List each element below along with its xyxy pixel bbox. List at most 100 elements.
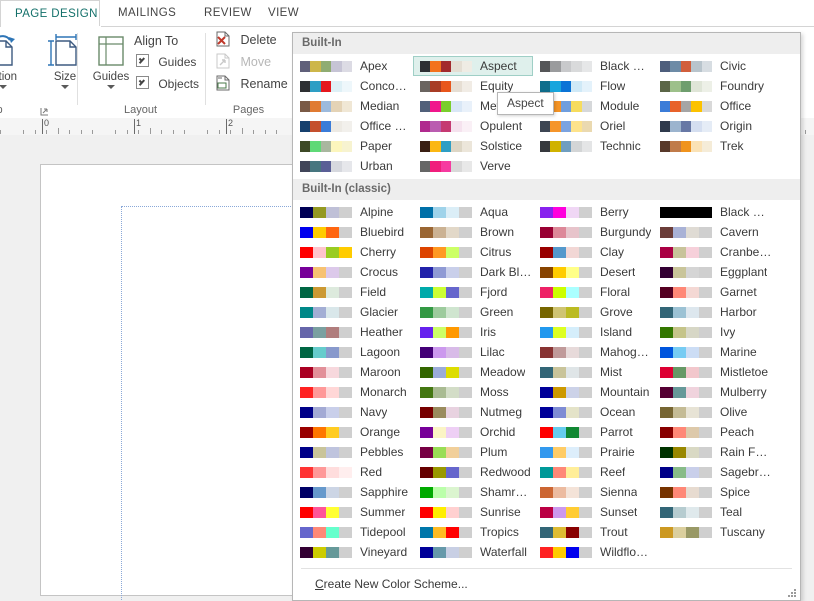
- color-scheme-item-monarch[interactable]: Monarch: [293, 382, 413, 402]
- color-scheme-item-oriel[interactable]: Oriel: [533, 116, 653, 136]
- color-scheme-item-apex[interactable]: Apex: [293, 56, 413, 76]
- checkbox-objects[interactable]: Objects: [136, 76, 199, 91]
- color-scheme-item-heather[interactable]: Heather: [293, 322, 413, 342]
- color-scheme-item-shamrock[interactable]: Shamrock: [413, 482, 533, 502]
- color-scheme-item-plum[interactable]: Plum: [413, 442, 533, 462]
- color-scheme-item-navy[interactable]: Navy: [293, 402, 413, 422]
- color-scheme-item-verve[interactable]: Verve: [413, 156, 533, 176]
- color-scheme-item-tuscany[interactable]: Tuscany: [653, 522, 773, 542]
- tab-page-design[interactable]: PAGE DESIGN: [0, 0, 100, 27]
- color-scheme-item-ivy[interactable]: Ivy: [653, 322, 773, 342]
- color-scheme-item-black[interactable]: Black & ...: [533, 56, 653, 76]
- guides-caret-icon[interactable]: [107, 85, 115, 89]
- color-scheme-item-eggplant[interactable]: Eggplant: [653, 262, 773, 282]
- orientation-caret-icon[interactable]: [0, 85, 7, 89]
- color-scheme-item-median[interactable]: Median: [293, 96, 413, 116]
- color-scheme-item-vineyard[interactable]: Vineyard: [293, 542, 413, 562]
- color-scheme-item-mistletoe[interactable]: Mistletoe: [653, 362, 773, 382]
- color-scheme-item-office[interactable]: Office: [653, 96, 773, 116]
- guides-checkbox-box[interactable]: [136, 54, 149, 67]
- checkbox-guides[interactable]: Guides: [136, 54, 196, 69]
- color-scheme-item-sagebrush[interactable]: Sagebrush: [653, 462, 773, 482]
- color-scheme-item-red[interactable]: Red: [293, 462, 413, 482]
- objects-checkbox-box[interactable]: [136, 76, 149, 89]
- color-scheme-item-concourse[interactable]: Concourse: [293, 76, 413, 96]
- color-scheme-item-mountain[interactable]: Mountain: [533, 382, 653, 402]
- color-scheme-item-mahogany[interactable]: Mahogany: [533, 342, 653, 362]
- color-scheme-item-origin[interactable]: Origin: [653, 116, 773, 136]
- color-scheme-item-dark-blue[interactable]: Dark Blue: [413, 262, 533, 282]
- tab-mailings[interactable]: MAILINGS: [104, 0, 190, 27]
- color-scheme-item-aqua[interactable]: Aqua: [413, 202, 533, 222]
- color-scheme-item-paper[interactable]: Paper: [293, 136, 413, 156]
- color-scheme-item-garnet[interactable]: Garnet: [653, 282, 773, 302]
- resize-grip-icon[interactable]: [787, 588, 797, 598]
- color-scheme-item-floral[interactable]: Floral: [533, 282, 653, 302]
- color-scheme-item-maroon[interactable]: Maroon: [293, 362, 413, 382]
- color-scheme-item-burgundy[interactable]: Burgundy: [533, 222, 653, 242]
- color-scheme-item-desert[interactable]: Desert: [533, 262, 653, 282]
- color-scheme-item-spice[interactable]: Spice: [653, 482, 773, 502]
- color-scheme-item-berry[interactable]: Berry: [533, 202, 653, 222]
- color-scheme-item-orange[interactable]: Orange: [293, 422, 413, 442]
- rename-page-button[interactable]: Rename: [214, 74, 288, 94]
- color-scheme-item-foundry[interactable]: Foundry: [653, 76, 773, 96]
- color-scheme-item-tropics[interactable]: Tropics: [413, 522, 533, 542]
- color-scheme-item-harbor[interactable]: Harbor: [653, 302, 773, 322]
- color-scheme-item-green[interactable]: Green: [413, 302, 533, 322]
- color-scheme-item-civic[interactable]: Civic: [653, 56, 773, 76]
- color-scheme-item-solstice[interactable]: Solstice: [413, 136, 533, 156]
- color-scheme-item-waterfall[interactable]: Waterfall: [413, 542, 533, 562]
- color-scheme-item-parrot[interactable]: Parrot: [533, 422, 653, 442]
- color-scheme-item-prairie[interactable]: Prairie: [533, 442, 653, 462]
- color-scheme-item-field[interactable]: Field: [293, 282, 413, 302]
- color-scheme-item-sienna[interactable]: Sienna: [533, 482, 653, 502]
- color-scheme-item-marine[interactable]: Marine: [653, 342, 773, 362]
- color-scheme-item-aspect[interactable]: Aspect: [413, 56, 533, 76]
- color-scheme-item-meadow[interactable]: Meadow: [413, 362, 533, 382]
- color-scheme-item-brown[interactable]: Brown: [413, 222, 533, 242]
- color-scheme-item-ocean[interactable]: Ocean: [533, 402, 653, 422]
- color-scheme-item-peach[interactable]: Peach: [653, 422, 773, 442]
- color-scheme-item-office-20[interactable]: Office 20...: [293, 116, 413, 136]
- color-scheme-item-reef[interactable]: Reef: [533, 462, 653, 482]
- color-scheme-item-wildflower[interactable]: Wildflower: [533, 542, 653, 562]
- color-scheme-item-redwood[interactable]: Redwood: [413, 462, 533, 482]
- color-scheme-item-island[interactable]: Island: [533, 322, 653, 342]
- color-scheme-item-glacier[interactable]: Glacier: [293, 302, 413, 322]
- color-scheme-item-opulent[interactable]: Opulent: [413, 116, 533, 136]
- color-scheme-item-iris[interactable]: Iris: [413, 322, 533, 342]
- color-scheme-item-urban[interactable]: Urban: [293, 156, 413, 176]
- color-scheme-item-teal[interactable]: Teal: [653, 502, 773, 522]
- orientation-button[interactable]: tation: [0, 31, 34, 89]
- color-scheme-item-lilac[interactable]: Lilac: [413, 342, 533, 362]
- color-scheme-item-cranberry[interactable]: Cranberry: [653, 242, 773, 262]
- color-scheme-item-bluebird[interactable]: Bluebird: [293, 222, 413, 242]
- guides-button[interactable]: Guides: [80, 31, 142, 89]
- color-scheme-item-trek[interactable]: Trek: [653, 136, 773, 156]
- page-setup-dialog-launcher[interactable]: [40, 105, 49, 116]
- color-scheme-item-cherry[interactable]: Cherry: [293, 242, 413, 262]
- color-scheme-item-nutmeg[interactable]: Nutmeg: [413, 402, 533, 422]
- delete-page-button[interactable]: Delete: [214, 30, 277, 50]
- color-scheme-item-crocus[interactable]: Crocus: [293, 262, 413, 282]
- color-scheme-item-summer[interactable]: Summer: [293, 502, 413, 522]
- color-scheme-item-fjord[interactable]: Fjord: [413, 282, 533, 302]
- create-new-color-scheme-button[interactable]: Create New Color Scheme...: [293, 569, 800, 599]
- color-scheme-item-grove[interactable]: Grove: [533, 302, 653, 322]
- color-scheme-item-mist[interactable]: Mist: [533, 362, 653, 382]
- color-scheme-item-rain-forest[interactable]: Rain Forest: [653, 442, 773, 462]
- color-scheme-gallery[interactable]: Built-In Apex Aspect Black & ... Civic Conco…: [292, 32, 801, 601]
- color-scheme-item-olive[interactable]: Olive: [653, 402, 773, 422]
- color-scheme-item-alpine[interactable]: Alpine: [293, 202, 413, 222]
- color-scheme-item-citrus[interactable]: Citrus: [413, 242, 533, 262]
- color-scheme-item-trout[interactable]: Trout: [533, 522, 653, 542]
- size-caret-icon[interactable]: [61, 85, 69, 89]
- color-scheme-item-mulberry[interactable]: Mulberry: [653, 382, 773, 402]
- color-scheme-item-sunset[interactable]: Sunset: [533, 502, 653, 522]
- color-scheme-item-sunrise[interactable]: Sunrise: [413, 502, 533, 522]
- color-scheme-item-moss[interactable]: Moss: [413, 382, 533, 402]
- color-scheme-item-black[interactable]: Black & ...: [653, 202, 773, 222]
- color-scheme-item-orchid[interactable]: Orchid: [413, 422, 533, 442]
- color-scheme-item-lagoon[interactable]: Lagoon: [293, 342, 413, 362]
